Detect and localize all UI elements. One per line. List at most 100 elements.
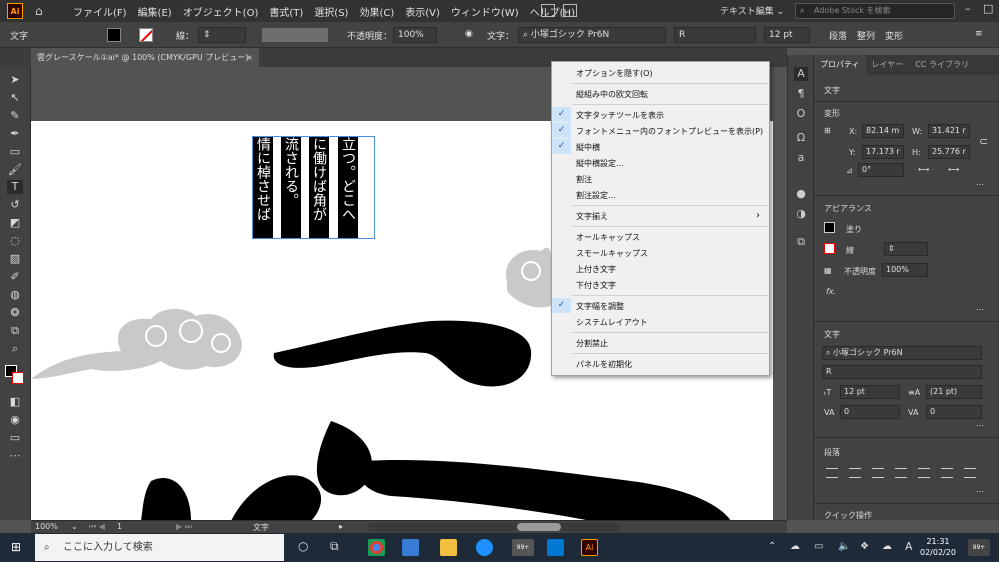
dropbox-icon[interactable]: ❖ [860,541,869,552]
more-options-icon[interactable]: ⋯ [976,487,984,496]
h-field[interactable]: 25.776 r [928,145,970,159]
screen-mode-toolbar-icon[interactable]: ▭ [7,431,23,445]
curvature-tool-icon[interactable]: ✎ [7,109,23,123]
transform-link[interactable]: 変形 [885,29,903,42]
stock-search-input[interactable]: ⌕ Adobe Stock を検索 [795,3,955,19]
menu-item-all-caps[interactable]: オールキャップス [576,232,640,243]
type-tool-icon[interactable]: T [7,180,23,194]
menu-item-touch-type[interactable]: 文字タッチツールを表示 [576,110,664,121]
fill-swatch-panel[interactable] [824,222,835,233]
menu-object[interactable]: オブジェクト(O) [183,4,259,19]
illustrator-taskbar-icon[interactable]: Ai [581,539,598,556]
file-explorer-icon[interactable] [440,539,457,556]
onedrive-icon[interactable]: ☁ [790,541,800,552]
paragraph-panel-icon[interactable]: ¶ [794,87,808,101]
x-field[interactable]: 82.14 m [862,124,904,138]
status-arrow-icon[interactable]: ▸ [339,522,343,531]
selection-tool-icon[interactable]: ➤ [7,73,23,87]
fx-button[interactable]: fx. [826,287,836,296]
font-style-field[interactable]: R [674,27,756,43]
tab-cc-libraries[interactable]: CC ライブラリ [909,55,975,75]
menu-edit[interactable]: 編集(E) [138,4,172,19]
menu-item-superscript[interactable]: 上付き文字 [576,264,616,275]
justify-center-icon[interactable] [918,468,930,478]
artboard-number[interactable]: 1 [117,522,122,531]
menu-item-subscript[interactable]: 下付き文字 [576,280,616,291]
stroke-none-swatch[interactable] [139,28,153,42]
document-tab[interactable]: 雲グレースケール①ai* @ 100% (CMYK/GPU プレビュー) × [31,48,259,67]
menu-item-tate-chu-yoko-settings[interactable]: 縦中横設定... [576,158,624,169]
tray-up-icon[interactable]: ⌃ [768,541,776,552]
eraser-tool-icon[interactable]: ◩ [7,216,23,230]
stroke-weight-panel-field[interactable]: ⇕ [884,242,928,256]
menu-effect[interactable]: 効果(C) [359,4,394,19]
panel-menu-icon[interactable]: ≡ [975,29,983,39]
more-options-icon[interactable]: ⋯ [976,180,984,189]
edge-icon[interactable] [476,539,493,556]
color-mode-icon[interactable]: ◧ [7,395,23,409]
workspace-switcher[interactable]: テキスト編集 ⌄ [720,4,784,17]
variable-width-profile[interactable] [262,28,328,42]
tab-layers[interactable]: レイヤー [866,55,910,75]
direct-selection-tool-icon[interactable]: ↖ [7,91,23,105]
scrollbar-thumb[interactable] [517,523,561,531]
more-tools-icon[interactable]: ⋯ [7,449,23,463]
cortana-icon[interactable]: ○ [298,539,308,553]
draw-mode-icon[interactable]: ◉ [7,413,23,427]
flip-horizontal-icon[interactable]: ⟷ [918,165,929,174]
asset-export-panel-icon[interactable]: ⧉ [794,235,808,249]
rectangle-tool-icon[interactable]: ▭ [7,145,23,159]
menu-item-fractional-widths[interactable]: 文字幅を調整 [576,301,624,312]
w-field[interactable]: 31.421 r [928,124,970,138]
minimize-icon[interactable]: – [965,2,971,15]
menu-item-hide-options[interactable]: オプションを隠す(O) [576,68,653,79]
text-column[interactable]: 情に棹させば [253,137,273,238]
outlook-icon[interactable] [547,539,564,556]
opentype-panel-icon[interactable]: O [794,107,808,121]
menu-window[interactable]: ウィンドウ(W) [451,4,519,19]
badge-app-icon[interactable]: 99+ [512,539,534,556]
menu-item-no-break[interactable]: 分割禁止 [576,338,608,349]
pen-tool-icon[interactable]: ✒ [7,127,23,141]
menu-item-warichu-settings[interactable]: 割注設定... [576,190,616,201]
font-family-panel-field[interactable]: ⌕ 小塚ゴシック Pr6N [822,346,982,360]
zoom-tool-icon[interactable]: ⌕ [7,342,23,356]
symbol-sprayer-tool-icon[interactable]: ❂ [7,306,23,320]
windows-start-icon[interactable]: ⊞ [11,541,24,554]
task-view-icon[interactable]: ⧉ [330,539,339,554]
justify-right-icon[interactable] [941,468,953,478]
align-link[interactable]: 整列 [857,29,875,42]
menu-file[interactable]: ファイル(F) [73,4,127,19]
char-styles-panel-icon[interactable]: a [794,151,808,165]
font-family-field[interactable]: ⌕ 小塚ゴシック Pr6N [518,27,666,43]
kerning-field[interactable]: 0 [840,405,900,419]
warp-tool-icon[interactable]: ◌ [7,234,23,248]
horizontal-scrollbar[interactable] [369,523,619,531]
align-left-icon[interactable] [826,468,838,478]
text-column[interactable]: 立つ。どこへ [338,137,358,238]
tracking-field[interactable]: 0 [926,405,982,419]
store-icon[interactable] [402,539,419,556]
menu-item-reset-panel[interactable]: パネルを初期化 [576,359,632,370]
stroke-swatch-panel[interactable] [824,243,835,254]
chrome-icon[interactable] [368,539,385,556]
vertical-text-frame[interactable]: 情に棹させば 流される。 に働けば角が 立つ。どこへ 智 [252,136,375,239]
screen-mode-icon[interactable] [563,4,577,17]
reference-point-icon[interactable]: ⊞ [824,126,831,135]
stroke-weight-field[interactable]: ⇕ [198,27,246,43]
link-proportions-icon[interactable]: ⊂ [979,135,988,148]
artboard-nav-next-icon[interactable]: ▶ ⏭ [176,522,192,532]
menu-item-system-layout[interactable]: システムレイアウト [576,317,648,328]
battery-icon[interactable]: ▭ [814,541,823,552]
tab-properties[interactable]: プロパティ [814,55,866,75]
home-icon[interactable]: ⌂ [35,4,49,18]
zoom-level[interactable]: 100% [35,522,58,531]
rotation-field[interactable]: 0° [858,163,904,177]
flip-vertical-icon[interactable]: ⟷ [948,165,959,174]
menu-item-warichu[interactable]: 割注 [576,174,592,185]
arrange-documents-icon[interactable] [541,4,555,17]
font-size-panel-field[interactable]: 12 pt [840,385,900,399]
stroke-color-icon[interactable] [12,372,24,384]
menu-view[interactable]: 表示(V) [405,4,440,19]
close-tab-icon[interactable]: × [246,48,253,67]
